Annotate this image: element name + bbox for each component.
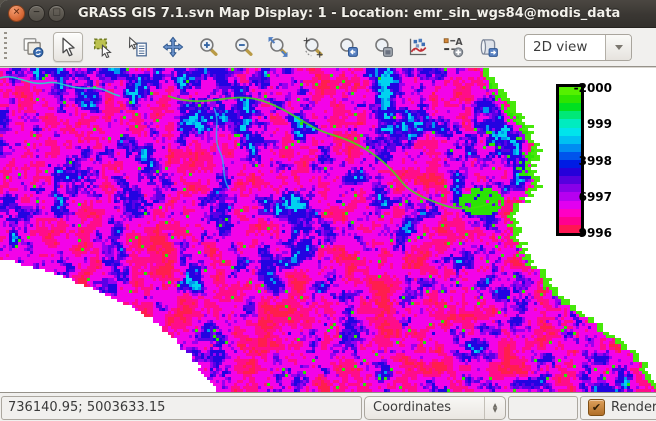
check-icon: ✔ [592,401,601,414]
statusbar-mode-value: Coordinates [365,400,484,415]
pointer-icon [57,36,79,58]
coordinates-display: 736140.95; 5003633.15 [1,396,362,420]
pan-button[interactable] [158,32,188,62]
legend-label: -2000 [574,82,612,95]
zoom-extent-icon [267,36,289,58]
map-display-area: -2000 999 3998 6997 9996 [0,67,656,392]
legend-color-step [559,119,581,127]
chevron-down-icon [615,45,623,54]
render-label: Render [611,400,656,415]
zoom-back-button[interactable] [333,32,363,62]
legend-color-step [559,136,581,144]
legend-color-step [559,111,581,119]
render-toggle[interactable]: ✔ Render [580,396,656,420]
map-export-icon [477,36,499,58]
zoom-region-button[interactable] [298,32,328,62]
minimize-button[interactable]: − [28,5,45,22]
view-mode-dropdown-button[interactable] [605,35,631,60]
titlebar[interactable]: ✕ − □ GRASS GIS 7.1.svn Map Display: 1 -… [0,0,656,28]
view-mode-value: 2D view [525,35,605,60]
statusbar-mode-select[interactable]: Coordinates ▲▼ [364,396,506,420]
query-icon [127,36,149,58]
spin-down-icon: ▼ [493,408,498,413]
maximize-icon: □ [52,9,61,18]
minimize-icon: − [33,9,41,18]
render-display-button[interactable] [18,32,48,62]
zoom-options-button[interactable] [368,32,398,62]
legend-color-step [559,128,581,136]
zoom-out-icon [232,36,254,58]
close-icon: ✕ [13,9,21,18]
legend-label: 6997 [579,191,612,204]
coordinates-value: 736140.95; 5003633.15 [8,400,165,415]
add-overlay-button[interactable]: A [438,32,468,62]
zoom-back-icon [337,36,359,58]
zoom-options-icon [372,36,394,58]
zoom-in-icon [197,36,219,58]
render-checkbox[interactable]: ✔ [588,399,605,416]
map-export-button[interactable] [473,32,503,62]
raster-legend: -2000 999 3998 6997 9996 [556,84,612,254]
legend-color-step [559,103,581,111]
legend-color-step [559,209,581,217]
legend-color-step [559,217,581,225]
statusbar-progress-area [508,396,578,420]
pan-icon [162,36,184,58]
grass-map-display-window: ✕ − □ GRASS GIS 7.1.svn Map Display: 1 -… [0,0,656,421]
zoom-extent-button[interactable] [263,32,293,62]
legend-label: 9996 [579,227,612,240]
add-overlay-icon: A [442,36,464,58]
query-button[interactable] [123,32,153,62]
zoom-out-button[interactable] [228,32,258,62]
statusbar: 736140.95; 5003633.15 Coordinates ▲▼ ✔ R… [0,392,656,421]
legend-color-step [559,168,581,176]
render-display-icon [22,36,44,58]
maximize-button[interactable]: □ [48,5,65,22]
zoom-region-icon [302,36,324,58]
window-title: GRASS GIS 7.1.svn Map Display: 1 - Locat… [78,6,620,21]
legend-label: 3998 [579,155,612,168]
analyze-icon [407,36,429,58]
pointer-button[interactable] [53,32,83,62]
select-region-button[interactable] [88,32,118,62]
legend-color-step [559,95,581,103]
zoom-in-button[interactable] [193,32,223,62]
legend-color-step [559,144,581,152]
svg-text:A: A [455,37,463,48]
spinner-arrows[interactable]: ▲▼ [484,397,505,419]
window-controls: ✕ − □ [8,5,65,22]
close-button[interactable]: ✕ [8,5,25,22]
toolbar: A 2D view [0,28,656,67]
toolbar-grip-handle[interactable] [4,32,7,62]
select-region-icon [92,36,114,58]
toolbar-buttons: A [18,32,508,62]
legend-label: 999 [587,118,612,131]
legend-color-step [559,176,581,184]
view-mode-select[interactable]: 2D view [524,34,632,61]
analyze-button[interactable] [403,32,433,62]
